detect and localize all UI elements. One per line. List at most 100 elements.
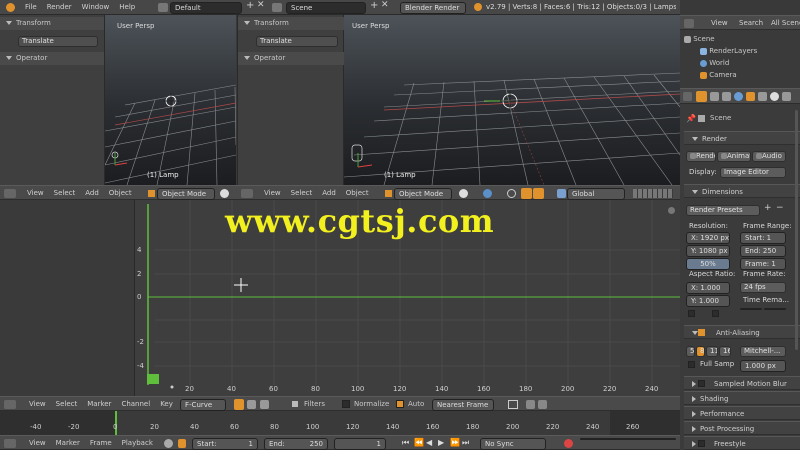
- transform-panel-header[interactable]: Transform: [0, 17, 104, 30]
- current-frame-marker[interactable]: [147, 374, 159, 384]
- scene-selector[interactable]: Scene: [286, 2, 366, 14]
- menu-render[interactable]: Render: [42, 0, 77, 15]
- outliner-item-camera[interactable]: Camera: [700, 70, 737, 80]
- menu-select-2[interactable]: Select: [286, 186, 318, 201]
- close-scene-icon[interactable]: ✕: [381, 0, 389, 10]
- pin-icon[interactable]: 📌: [686, 114, 696, 123]
- outliner-menu-view[interactable]: View: [706, 16, 733, 31]
- time-remap-old[interactable]: [740, 308, 762, 310]
- prev-keyframe-icon[interactable]: ⏪: [414, 438, 424, 447]
- dimensions-panel-header[interactable]: Dimensions: [684, 184, 800, 198]
- animation-button[interactable]: Animation: [717, 151, 751, 162]
- menu-view-2[interactable]: View: [259, 186, 286, 201]
- play-icon[interactable]: ▶: [438, 438, 444, 447]
- end-frame-field[interactable]: End: 250: [264, 438, 328, 450]
- menu-view[interactable]: View: [22, 186, 49, 201]
- next-keyframe-icon[interactable]: ⏩: [450, 438, 460, 447]
- viewport-shading-icon[interactable]: [220, 189, 229, 198]
- audio-button[interactable]: Audio: [752, 151, 786, 162]
- constraints-tab-icon[interactable]: [758, 92, 767, 101]
- graph-menu-select[interactable]: Select: [51, 397, 83, 412]
- resolution-y-field[interactable]: Y: 1080 px: [686, 245, 730, 257]
- graph-menu-key[interactable]: Key: [155, 397, 178, 412]
- keying-set-field[interactable]: [580, 438, 676, 440]
- time-remap-new[interactable]: [764, 308, 786, 310]
- operator-panel-header-2[interactable]: Operator: [238, 52, 344, 65]
- freestyle-checkbox[interactable]: [698, 440, 705, 447]
- motion-blur-panel-header[interactable]: Sampled Motion Blur: [684, 376, 800, 390]
- filters-toggle-icon[interactable]: [292, 401, 298, 407]
- mode-selector[interactable]: Object Mode: [157, 188, 215, 200]
- timeline-editor-type-icon[interactable]: [4, 439, 16, 448]
- aa-samples-5[interactable]: 5: [686, 346, 695, 357]
- menu-help[interactable]: Help: [114, 0, 140, 15]
- viewport-shading-icon-2[interactable]: [459, 189, 468, 198]
- outliner-item-scene[interactable]: Scene: [684, 34, 715, 44]
- timeline-area[interactable]: -40 -20 0 20 40 60 80 100 120 140 160 18…: [0, 411, 680, 435]
- pivot-icon[interactable]: [483, 189, 492, 198]
- render-engine-selector[interactable]: Blender Render: [400, 2, 466, 14]
- preview-range-icon[interactable]: [164, 439, 173, 448]
- pivot-point-icon[interactable]: [508, 400, 518, 409]
- translate-button-2[interactable]: Translate: [256, 36, 338, 47]
- outliner-display-mode[interactable]: All Scenes: [766, 16, 800, 31]
- timeline-menu-view[interactable]: View: [24, 436, 51, 450]
- menu-window[interactable]: Window: [77, 0, 115, 15]
- texture-tab-icon[interactable]: [782, 92, 791, 101]
- outliner-menu-search[interactable]: Search: [734, 16, 768, 31]
- start-frame-field[interactable]: Start: 1: [192, 438, 258, 450]
- outliner-type-icon[interactable]: [684, 19, 694, 28]
- shading-panel-header[interactable]: Shading: [684, 391, 800, 405]
- menu-add[interactable]: Add: [80, 186, 104, 201]
- current-frame-field[interactable]: 1: [334, 438, 386, 450]
- outliner-item-world[interactable]: World: [700, 58, 729, 68]
- manipulator-rotate-icon[interactable]: [533, 188, 544, 199]
- aa-samples-8[interactable]: 8: [696, 346, 705, 357]
- resolution-percentage-field[interactable]: 50%: [686, 258, 730, 270]
- display-selector[interactable]: Image Editor: [720, 167, 786, 178]
- snap-icon[interactable]: [507, 189, 516, 198]
- outliner-item-renderlayers[interactable]: RenderLayers: [700, 46, 757, 56]
- graph-menu-channel[interactable]: Channel: [116, 397, 155, 412]
- scene-tab-icon[interactable]: [722, 92, 731, 101]
- operator-panel-header[interactable]: Operator: [0, 52, 104, 65]
- graph-scrollbar-up[interactable]: [668, 207, 675, 214]
- left-3d-viewport[interactable]: User Persp (1) Lamp: [105, 15, 236, 185]
- menu-add-2[interactable]: Add: [317, 186, 341, 201]
- only-selected-icon[interactable]: [234, 399, 244, 410]
- translate-button[interactable]: Translate: [18, 36, 98, 47]
- ghost-curves-icon[interactable]: [247, 400, 256, 409]
- menu-file[interactable]: File: [20, 0, 42, 15]
- jump-start-icon[interactable]: ⏮: [402, 438, 409, 448]
- add-layout-icon[interactable]: +: [246, 0, 254, 11]
- motion-blur-checkbox[interactable]: [698, 380, 705, 387]
- filters-label[interactable]: Filters: [304, 397, 325, 412]
- object-tab-icon[interactable]: [746, 92, 755, 101]
- data-tab-icon[interactable]: [770, 92, 779, 101]
- world-tab-icon[interactable]: [734, 92, 743, 101]
- graph-menu-view[interactable]: View: [24, 397, 51, 412]
- menu-select[interactable]: Select: [49, 186, 81, 201]
- aa-samples-11[interactable]: 11: [706, 346, 718, 357]
- menu-object[interactable]: Object: [104, 186, 137, 201]
- render-button[interactable]: Render: [686, 151, 716, 162]
- snap-mode-selector[interactable]: Nearest Frame: [432, 399, 494, 411]
- start-frame-prop[interactable]: Start: 1: [740, 232, 786, 244]
- layout-icon[interactable]: [158, 3, 168, 12]
- filter-icon[interactable]: [260, 400, 269, 409]
- filter-size-field[interactable]: 1.000 px: [740, 360, 786, 372]
- mode-selector-2[interactable]: Object Mode: [394, 188, 452, 200]
- sync-mode-selector[interactable]: No Sync: [480, 438, 546, 450]
- jump-end-icon[interactable]: ⏭: [462, 438, 469, 448]
- aa-filter-selector[interactable]: Mitchell-...: [740, 346, 786, 357]
- record-icon[interactable]: [564, 439, 573, 448]
- layers-icon[interactable]: [633, 189, 673, 198]
- graph-menu-marker[interactable]: Marker: [82, 397, 116, 412]
- properties-type-icon[interactable]: [683, 92, 692, 101]
- menu-object-2[interactable]: Object: [341, 186, 374, 201]
- editor-type-icon-2[interactable]: [241, 189, 253, 198]
- auto-snap-checkbox[interactable]: [396, 400, 404, 408]
- lock-icon[interactable]: [178, 439, 186, 448]
- manipulator-translate-icon[interactable]: [521, 188, 532, 199]
- aa-samples-16[interactable]: 16: [719, 346, 731, 357]
